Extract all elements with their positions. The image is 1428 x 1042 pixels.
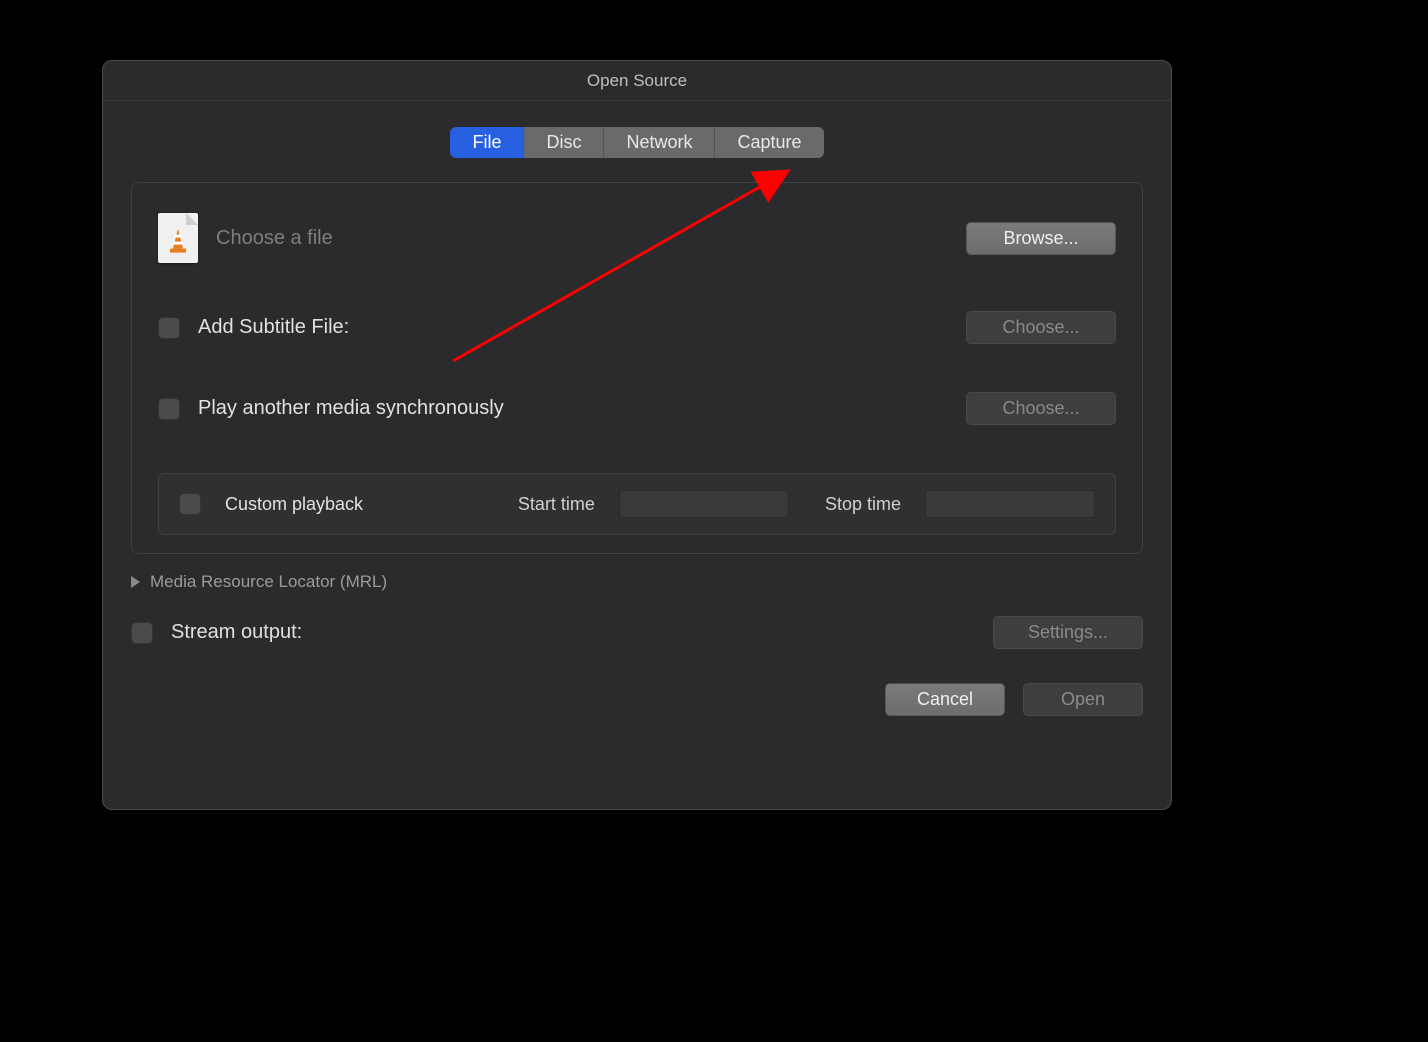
start-time-label: Start time xyxy=(518,494,595,515)
custom-playback-panel: Custom playback Start time Stop time xyxy=(158,473,1116,535)
subtitle-choose-button[interactable]: Choose... xyxy=(966,311,1116,344)
sync-media-label: Play another media synchronously xyxy=(198,397,504,420)
tab-group: File Disc Network Capture xyxy=(450,127,823,158)
tab-capture[interactable]: Capture xyxy=(715,127,823,158)
below-panel: Media Resource Locator (MRL) Stream outp… xyxy=(131,572,1143,649)
stop-time-label: Stop time xyxy=(825,494,901,515)
stream-output-label: Stream output: xyxy=(171,621,302,644)
add-subtitle-label: Add Subtitle File: xyxy=(198,316,349,339)
start-time-input[interactable] xyxy=(619,490,789,518)
tab-bar: File Disc Network Capture xyxy=(103,127,1171,158)
mrl-disclosure[interactable]: Media Resource Locator (MRL) xyxy=(131,572,1143,592)
open-button[interactable]: Open xyxy=(1023,683,1143,716)
stream-settings-button[interactable]: Settings... xyxy=(993,616,1143,649)
tab-network[interactable]: Network xyxy=(604,127,715,158)
tab-file[interactable]: File xyxy=(450,127,524,158)
mrl-label: Media Resource Locator (MRL) xyxy=(150,572,387,592)
file-path-placeholder: Choose a file xyxy=(216,227,333,250)
open-source-window: Open Source File Disc Network Capture Ch… xyxy=(102,60,1172,810)
vlc-cone-icon xyxy=(168,229,188,255)
file-panel: Choose a file Browse... Add Subtitle Fil… xyxy=(131,182,1143,554)
browse-button[interactable]: Browse... xyxy=(966,222,1116,255)
custom-playback-label: Custom playback xyxy=(225,494,363,515)
stream-output-checkbox[interactable] xyxy=(131,622,153,644)
sync-media-checkbox[interactable] xyxy=(158,398,180,420)
window-title: Open Source xyxy=(103,61,1171,101)
stop-time-input[interactable] xyxy=(925,490,1095,518)
file-document-icon xyxy=(158,213,198,263)
add-subtitle-checkbox[interactable] xyxy=(158,317,180,339)
dialog-footer: Cancel Open xyxy=(131,683,1143,716)
tab-disc[interactable]: Disc xyxy=(524,127,604,158)
custom-playback-checkbox[interactable] xyxy=(179,493,201,515)
disclosure-triangle-icon xyxy=(131,576,140,588)
cancel-button[interactable]: Cancel xyxy=(885,683,1005,716)
sync-choose-button[interactable]: Choose... xyxy=(966,392,1116,425)
